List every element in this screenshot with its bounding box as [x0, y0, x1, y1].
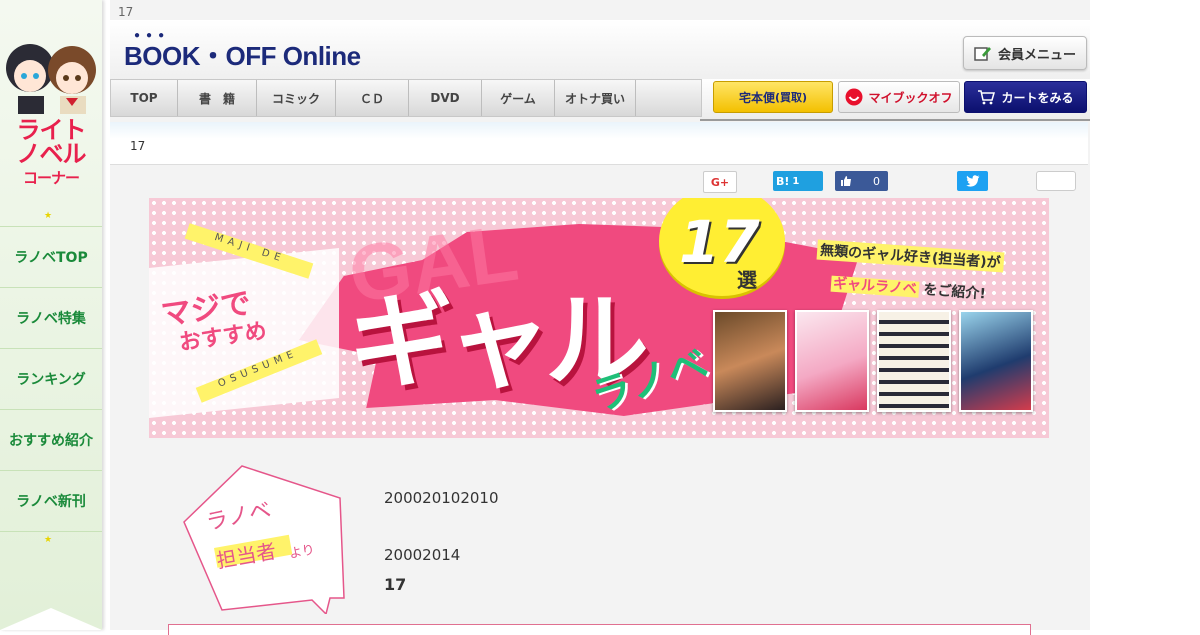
- cart-icon: [978, 90, 996, 105]
- page-counter: 17: [118, 5, 134, 19]
- breadcrumb-bar: [110, 122, 1088, 165]
- sidebar-item-label: ラノベ特集: [16, 311, 86, 327]
- logo-line-3: コーナー: [22, 169, 80, 187]
- takuhaibin-sub-label: (買取): [774, 91, 808, 104]
- logo-line-2: ノベル: [16, 140, 87, 168]
- light-novel-sidebar: ライト ノベル コーナー ★ ラノベTOP ラノベ特集 ランキング おすすめ紹介…: [0, 0, 102, 630]
- hatena-bookmark-button[interactable]: B! 1: [773, 171, 823, 191]
- sidebar-item-label: ラノベ新刊: [16, 494, 86, 510]
- sidebar-item-label: ラノベTOP: [14, 250, 88, 266]
- main-navigation: TOP 書 籍 コミック ＣＤ DVD ゲーム オトナ買い: [110, 79, 702, 117]
- banner-tagline-2: ギャルラノベ をご紹介!: [830, 273, 986, 304]
- view-cart-button[interactable]: カートをみる: [964, 81, 1087, 113]
- logo-line-1: ライト: [16, 116, 87, 144]
- book-cover-3[interactable]: [877, 310, 951, 412]
- sidebar-item-new-releases[interactable]: ラノベ新刊: [0, 470, 102, 532]
- mascot-characters-image: [6, 44, 96, 114]
- tab-label: ゲーム: [500, 91, 536, 106]
- edit-note-icon: [974, 47, 991, 61]
- twitter-share-button[interactable]: [957, 171, 988, 191]
- breadcrumb[interactable]: 17: [130, 139, 145, 153]
- member-menu-label: 会員メニュー: [997, 47, 1076, 63]
- tab-dvd[interactable]: DVD: [409, 80, 482, 116]
- mybookoff-label: マイブックオフ: [868, 90, 953, 105]
- intro-text-line-2: 20002014: [384, 546, 461, 564]
- book-cover-1[interactable]: [713, 310, 787, 412]
- tab-books[interactable]: 書 籍: [178, 80, 257, 116]
- tab-top[interactable]: TOP: [111, 80, 178, 116]
- tab-label: 書 籍: [198, 91, 235, 106]
- sidebar-item-ranobe-top[interactable]: ラノベTOP: [0, 226, 102, 287]
- star-icon: ★: [44, 535, 53, 545]
- google-plus-share-button[interactable]: G+: [703, 171, 737, 193]
- logo-dots-icon: ●●●: [134, 30, 171, 41]
- twitter-bird-icon: [965, 175, 979, 187]
- tab-label: ＣＤ: [359, 91, 384, 106]
- sidebar-item-ranking[interactable]: ランキング: [0, 348, 102, 409]
- member-menu-button[interactable]: 会員メニュー: [963, 36, 1087, 70]
- sidebar-item-ranobe-feature[interactable]: ラノベ特集: [0, 287, 102, 348]
- tab-label: オトナ買い: [564, 91, 625, 106]
- intro-text-line-3: 17: [384, 575, 407, 594]
- share-count-box[interactable]: [1036, 171, 1076, 191]
- banner-sen-label: 選: [737, 268, 757, 292]
- light-novel-corner-logo[interactable]: ライト ノベル コーナー: [2, 118, 100, 190]
- mybookoff-button[interactable]: マイブックオフ: [838, 81, 960, 113]
- star-icon: ★: [44, 211, 53, 221]
- brand-name: BOOK・OFF Online: [124, 41, 361, 71]
- sidebar-item-label: おすすめ紹介: [9, 433, 93, 449]
- takuhaibin-label: 宅本便: [738, 90, 775, 105]
- sidebar-bottom-arrow: [0, 608, 102, 630]
- sidebar-item-recommendations[interactable]: おすすめ紹介: [0, 409, 102, 470]
- tab-cd[interactable]: ＣＤ: [336, 80, 409, 116]
- tab-label: コミック: [271, 91, 320, 106]
- sidebar-item-label: ランキング: [16, 372, 86, 388]
- smile-icon: [845, 88, 863, 106]
- hatena-icon: B!: [776, 174, 790, 188]
- book-cover-2[interactable]: [795, 310, 869, 412]
- ranobe-staff-badge: ラノベ 担当者 より: [183, 465, 345, 614]
- gal-ranobe-feature-banner[interactable]: GAL MAJI DE OSUSUME マジで おすすめ ギャル ラノベ 17 …: [149, 198, 1049, 438]
- takuhaibin-button[interactable]: 宅本便 (買取): [713, 81, 833, 113]
- hatena-count: 1: [792, 175, 800, 187]
- thumbs-up-icon: [841, 176, 851, 186]
- book-cover-4[interactable]: [959, 310, 1033, 412]
- tab-comics[interactable]: コミック: [257, 80, 336, 116]
- facebook-like-count: 0: [873, 174, 880, 188]
- tab-games[interactable]: ゲーム: [482, 80, 555, 116]
- facebook-like-button[interactable]: 0: [835, 171, 888, 191]
- tab-label: DVD: [430, 91, 460, 105]
- view-cart-label: カートをみる: [1001, 90, 1074, 105]
- tab-label: TOP: [130, 91, 158, 105]
- tab-bulk-buy[interactable]: オトナ買い: [555, 80, 636, 116]
- bookoff-online-logo[interactable]: ●●● BOOK・OFF Online: [124, 30, 361, 73]
- intro-text-line-1: 200020102010: [384, 489, 499, 507]
- banner-tagline-rest: をご紹介!: [922, 282, 987, 303]
